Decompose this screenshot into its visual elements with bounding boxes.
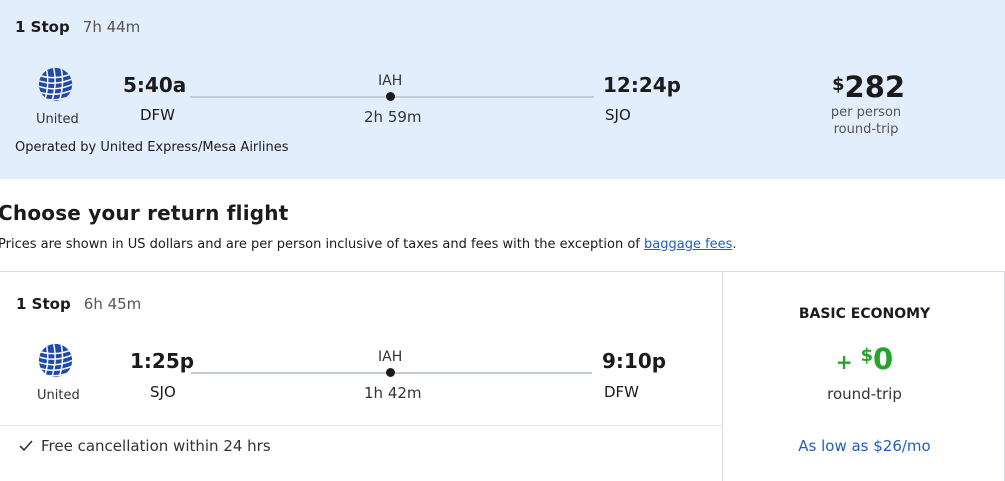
cancellation-text: Free cancellation within 24 hrs xyxy=(41,437,271,455)
stops-label: 1 Stop xyxy=(15,18,70,36)
fare-round-trip: round-trip xyxy=(827,385,902,403)
stops-label: 1 Stop xyxy=(16,295,71,313)
price-amount: 282 xyxy=(844,70,906,104)
depart-time: 1:25p xyxy=(130,349,195,373)
arrive-time: 12:24p xyxy=(603,73,681,97)
check-icon xyxy=(19,440,33,452)
depart-airport: SJO xyxy=(150,383,176,401)
fare-class-label: BASIC ECONOMY xyxy=(798,306,931,322)
selected-price: $282 xyxy=(832,70,905,104)
as-low-as-link[interactable]: As low as $26/mo xyxy=(723,437,1005,455)
fare-plus-sign: + xyxy=(835,350,853,374)
connection-airport: IAH xyxy=(378,349,403,365)
connection-dot xyxy=(386,92,395,101)
arrive-airport: DFW xyxy=(604,383,640,401)
depart-airport: DFW xyxy=(140,106,176,124)
price-note: Prices are shown in US dollars and are p… xyxy=(0,237,737,252)
result-divider xyxy=(0,425,722,426)
arrive-airport: SJO xyxy=(605,106,631,124)
connection-airport: IAH xyxy=(378,73,403,89)
baggage-fees-link[interactable]: baggage fees xyxy=(644,237,732,252)
free-cancellation: Free cancellation within 24 hrs xyxy=(18,437,271,455)
united-globe-icon xyxy=(38,343,73,378)
total-duration: 7h 44m xyxy=(82,18,141,36)
price-note-suffix: . xyxy=(732,237,737,252)
united-globe-icon xyxy=(38,67,73,102)
page-title: Choose your return flight xyxy=(0,201,289,225)
airline-name: United xyxy=(37,388,80,403)
arrive-time: 9:10p xyxy=(602,349,667,373)
currency-symbol: $ xyxy=(832,74,845,95)
connection-duration: 1h 42m xyxy=(364,384,422,402)
airline-name: United xyxy=(36,112,79,127)
fare-currency-symbol: $ xyxy=(860,345,874,366)
price-note-text: Prices are shown in US dollars and are p… xyxy=(0,237,644,252)
connection-duration: 2h 59m xyxy=(364,108,422,126)
depart-time: 5:40a xyxy=(123,73,187,97)
fare-amount: 0 xyxy=(873,342,894,376)
connection-dot xyxy=(386,368,395,377)
total-duration: 6h 45m xyxy=(83,295,142,313)
operated-by: Operated by United Express/Mesa Airlines xyxy=(15,140,289,155)
fare-price: + $0 xyxy=(723,342,1005,376)
price-round-trip: round-trip xyxy=(833,122,899,137)
selected-outbound-flight-card[interactable]: 1 Stop 7h 44m United 5:40a DFW IAH 2h 59… xyxy=(0,0,1005,179)
price-per-person: per person xyxy=(830,105,902,120)
